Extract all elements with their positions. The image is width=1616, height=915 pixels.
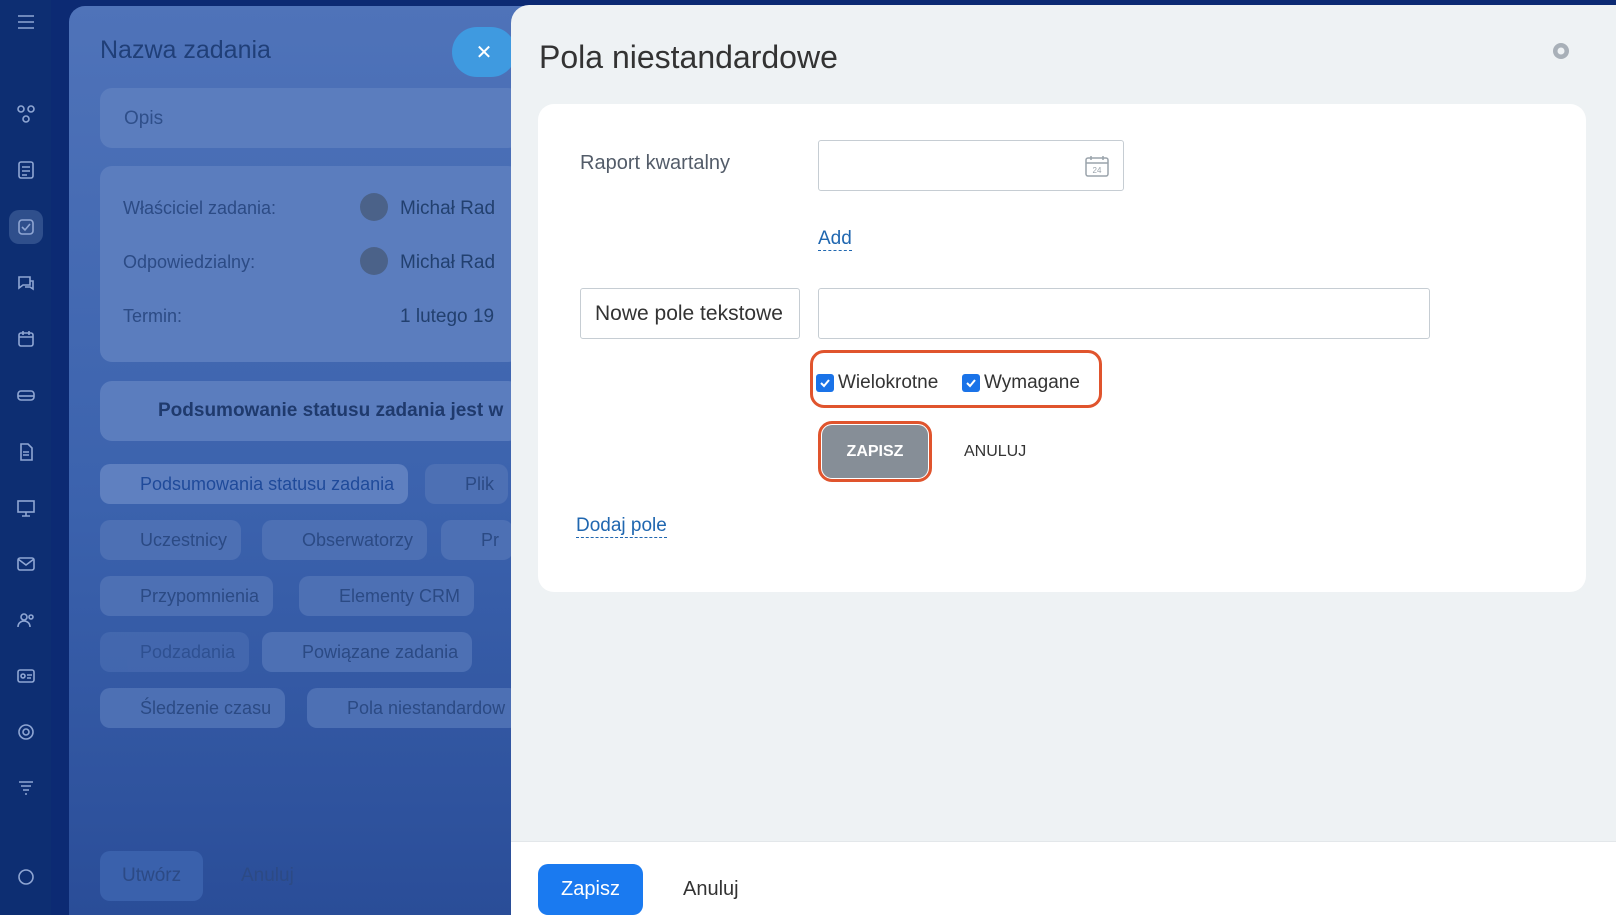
deadline-value[interactable]: 1 lutego 19 [400, 306, 494, 328]
fields-card: Raport kwartalny 24 Add Wielokrotne Wyma… [538, 104, 1586, 592]
status-summary-banner: Podsumowanie statusu zadania jest w [100, 381, 520, 441]
feed-icon[interactable] [9, 153, 43, 187]
chip-status-summaries[interactable]: Podsumowania statusu zadania [100, 464, 409, 504]
responsible-value[interactable]: Michał Rad [400, 252, 495, 274]
chip-crm-elements[interactable]: Elementy CRM [299, 576, 475, 616]
owner-label: Właściciel zadania: [123, 198, 277, 218]
required-checkbox[interactable]: Wymagane [962, 372, 1080, 394]
task-panel-background: Nazwa zadania ✕ Opis Właściciel zadania:… [69, 6, 539, 915]
save-button[interactable]: Zapisz [538, 864, 643, 915]
users-icon[interactable] [9, 603, 43, 637]
help-icon[interactable] [9, 860, 43, 894]
modal-title: Pola niestandardowe [539, 39, 838, 75]
field-cancel-button[interactable]: ANULUJ [964, 443, 1026, 461]
owner-value[interactable]: Michał Rad [400, 198, 495, 220]
chip-subtasks[interactable]: Podzadania [100, 632, 250, 672]
description-field[interactable]: Opis [100, 88, 520, 148]
custom-fields-modal: Pola niestandardowe Raport kwartalny 24 … [511, 5, 1616, 915]
responsible-label: Odpowiedzialny: [123, 252, 256, 272]
calendar-icon[interactable]: 24 [1085, 155, 1109, 177]
calendar-day: 24 [1093, 166, 1102, 175]
cancel-button[interactable]: Anuluj [219, 851, 316, 901]
tasks-icon[interactable] [9, 210, 43, 244]
chip-reminders[interactable]: Przypomnienia [100, 576, 274, 616]
document-icon[interactable] [9, 435, 43, 469]
deadline-label: Termin: [123, 306, 183, 326]
add-field-link[interactable]: Dodaj pole [576, 515, 667, 538]
chip-time-tracking[interactable]: Śledzenie czasu [100, 688, 286, 728]
check-icon [962, 374, 980, 392]
presentation-icon[interactable] [9, 491, 43, 525]
left-nav-rail [0, 0, 51, 915]
chip-related-tasks[interactable]: Powiązane zadania [262, 632, 473, 672]
contact-card-icon[interactable] [9, 659, 43, 693]
calendar-icon[interactable] [9, 322, 43, 356]
gear-icon[interactable] [1549, 39, 1573, 63]
date-field[interactable]: 24 [818, 140, 1124, 191]
create-button[interactable]: Utwórz [100, 851, 204, 901]
multiple-label: Wielokrotne [838, 372, 939, 393]
mail-icon[interactable] [9, 547, 43, 581]
close-button[interactable]: ✕ [452, 27, 516, 77]
task-details-box: Właściciel zadania: Michał Rad Odpowiedz… [100, 166, 520, 362]
check-icon [816, 374, 834, 392]
filter-icon[interactable] [9, 771, 43, 805]
chat-icon[interactable] [9, 266, 43, 300]
chip-files[interactable]: Plik [425, 464, 509, 504]
menu-icon[interactable] [9, 5, 43, 39]
chip-custom-fields[interactable]: Pola niestandardow [307, 688, 520, 728]
field-value-input[interactable] [818, 288, 1430, 339]
close-icon: ✕ [475, 41, 493, 64]
task-title: Nazwa zadania [100, 36, 271, 64]
chip-project[interactable]: Pr [441, 520, 513, 560]
status-summary-text: Podsumowanie statusu zadania jest w [158, 400, 504, 421]
required-label: Wymagane [984, 372, 1080, 393]
avatar [360, 247, 388, 275]
chip-observers[interactable]: Obserwatorzy [262, 520, 428, 560]
modal-footer: Zapisz Anuluj [511, 841, 1616, 915]
cancel-button[interactable]: Anuluj [683, 878, 739, 901]
flow-icon[interactable] [9, 97, 43, 131]
drive-icon[interactable] [9, 378, 43, 412]
avatar [360, 193, 388, 221]
description-placeholder: Opis [124, 108, 164, 129]
field-save-button[interactable]: ZAPISZ [822, 425, 928, 478]
field-name-input[interactable] [580, 288, 800, 339]
field-label-report: Raport kwartalny [580, 152, 731, 174]
target-icon[interactable] [9, 715, 43, 749]
add-link[interactable]: Add [818, 228, 852, 251]
multiple-checkbox[interactable]: Wielokrotne [816, 372, 938, 394]
chip-participants[interactable]: Uczestnicy [100, 520, 242, 560]
